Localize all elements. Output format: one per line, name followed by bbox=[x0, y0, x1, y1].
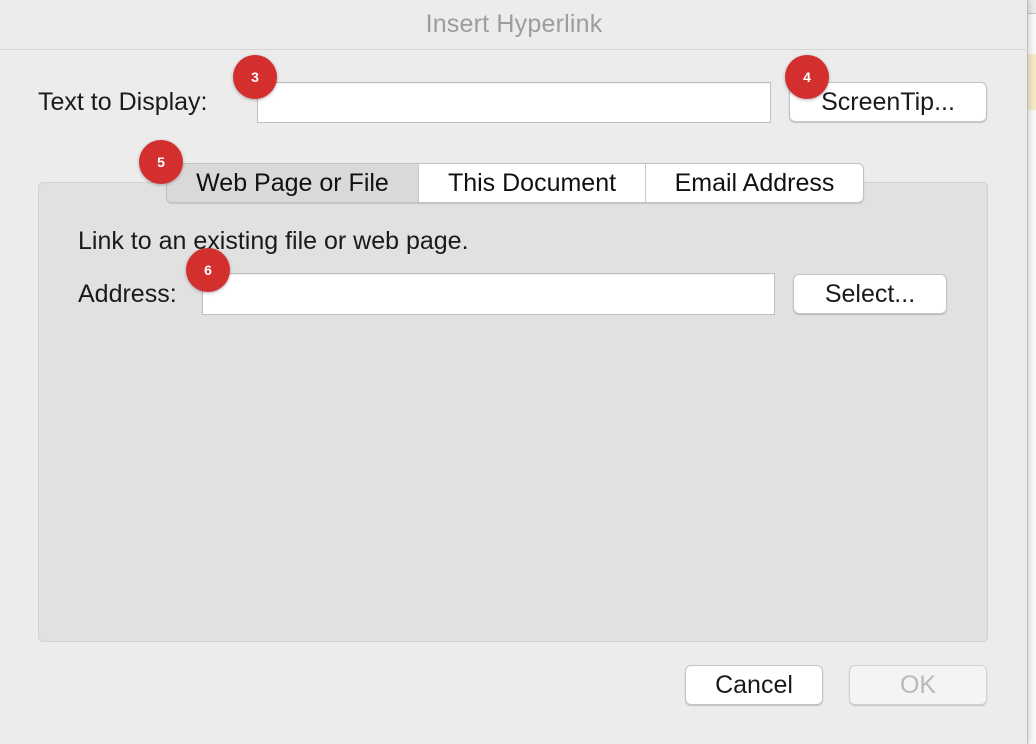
web-page-description: Link to an existing file or web page. bbox=[78, 227, 469, 255]
link-type-tabs: Web Page or File This Document Email Add… bbox=[166, 163, 864, 203]
annotation-badge-3: 3 bbox=[233, 55, 277, 99]
ok-button[interactable]: OK bbox=[849, 665, 987, 705]
annotation-badge-6: 6 bbox=[186, 248, 230, 292]
annotation-badge-4: 4 bbox=[785, 55, 829, 99]
address-label: Address: bbox=[78, 280, 177, 308]
dialog-title: Insert Hyperlink bbox=[425, 10, 603, 38]
select-button[interactable]: Select... bbox=[793, 274, 947, 314]
text-to-display-input[interactable] bbox=[257, 82, 771, 123]
dialog-titlebar[interactable]: Insert Hyperlink bbox=[0, 0, 1028, 50]
cancel-button[interactable]: Cancel bbox=[685, 665, 823, 705]
tab-web-page-or-file[interactable]: Web Page or File bbox=[167, 164, 418, 202]
insert-hyperlink-dialog: Insert Hyperlink Text to Display: Screen… bbox=[0, 0, 1028, 744]
address-input[interactable] bbox=[202, 273, 775, 315]
tab-this-document[interactable]: This Document bbox=[418, 164, 645, 202]
text-to-display-label: Text to Display: bbox=[38, 88, 208, 116]
annotation-badge-5: 5 bbox=[139, 140, 183, 184]
tab-email-address[interactable]: Email Address bbox=[645, 164, 863, 202]
